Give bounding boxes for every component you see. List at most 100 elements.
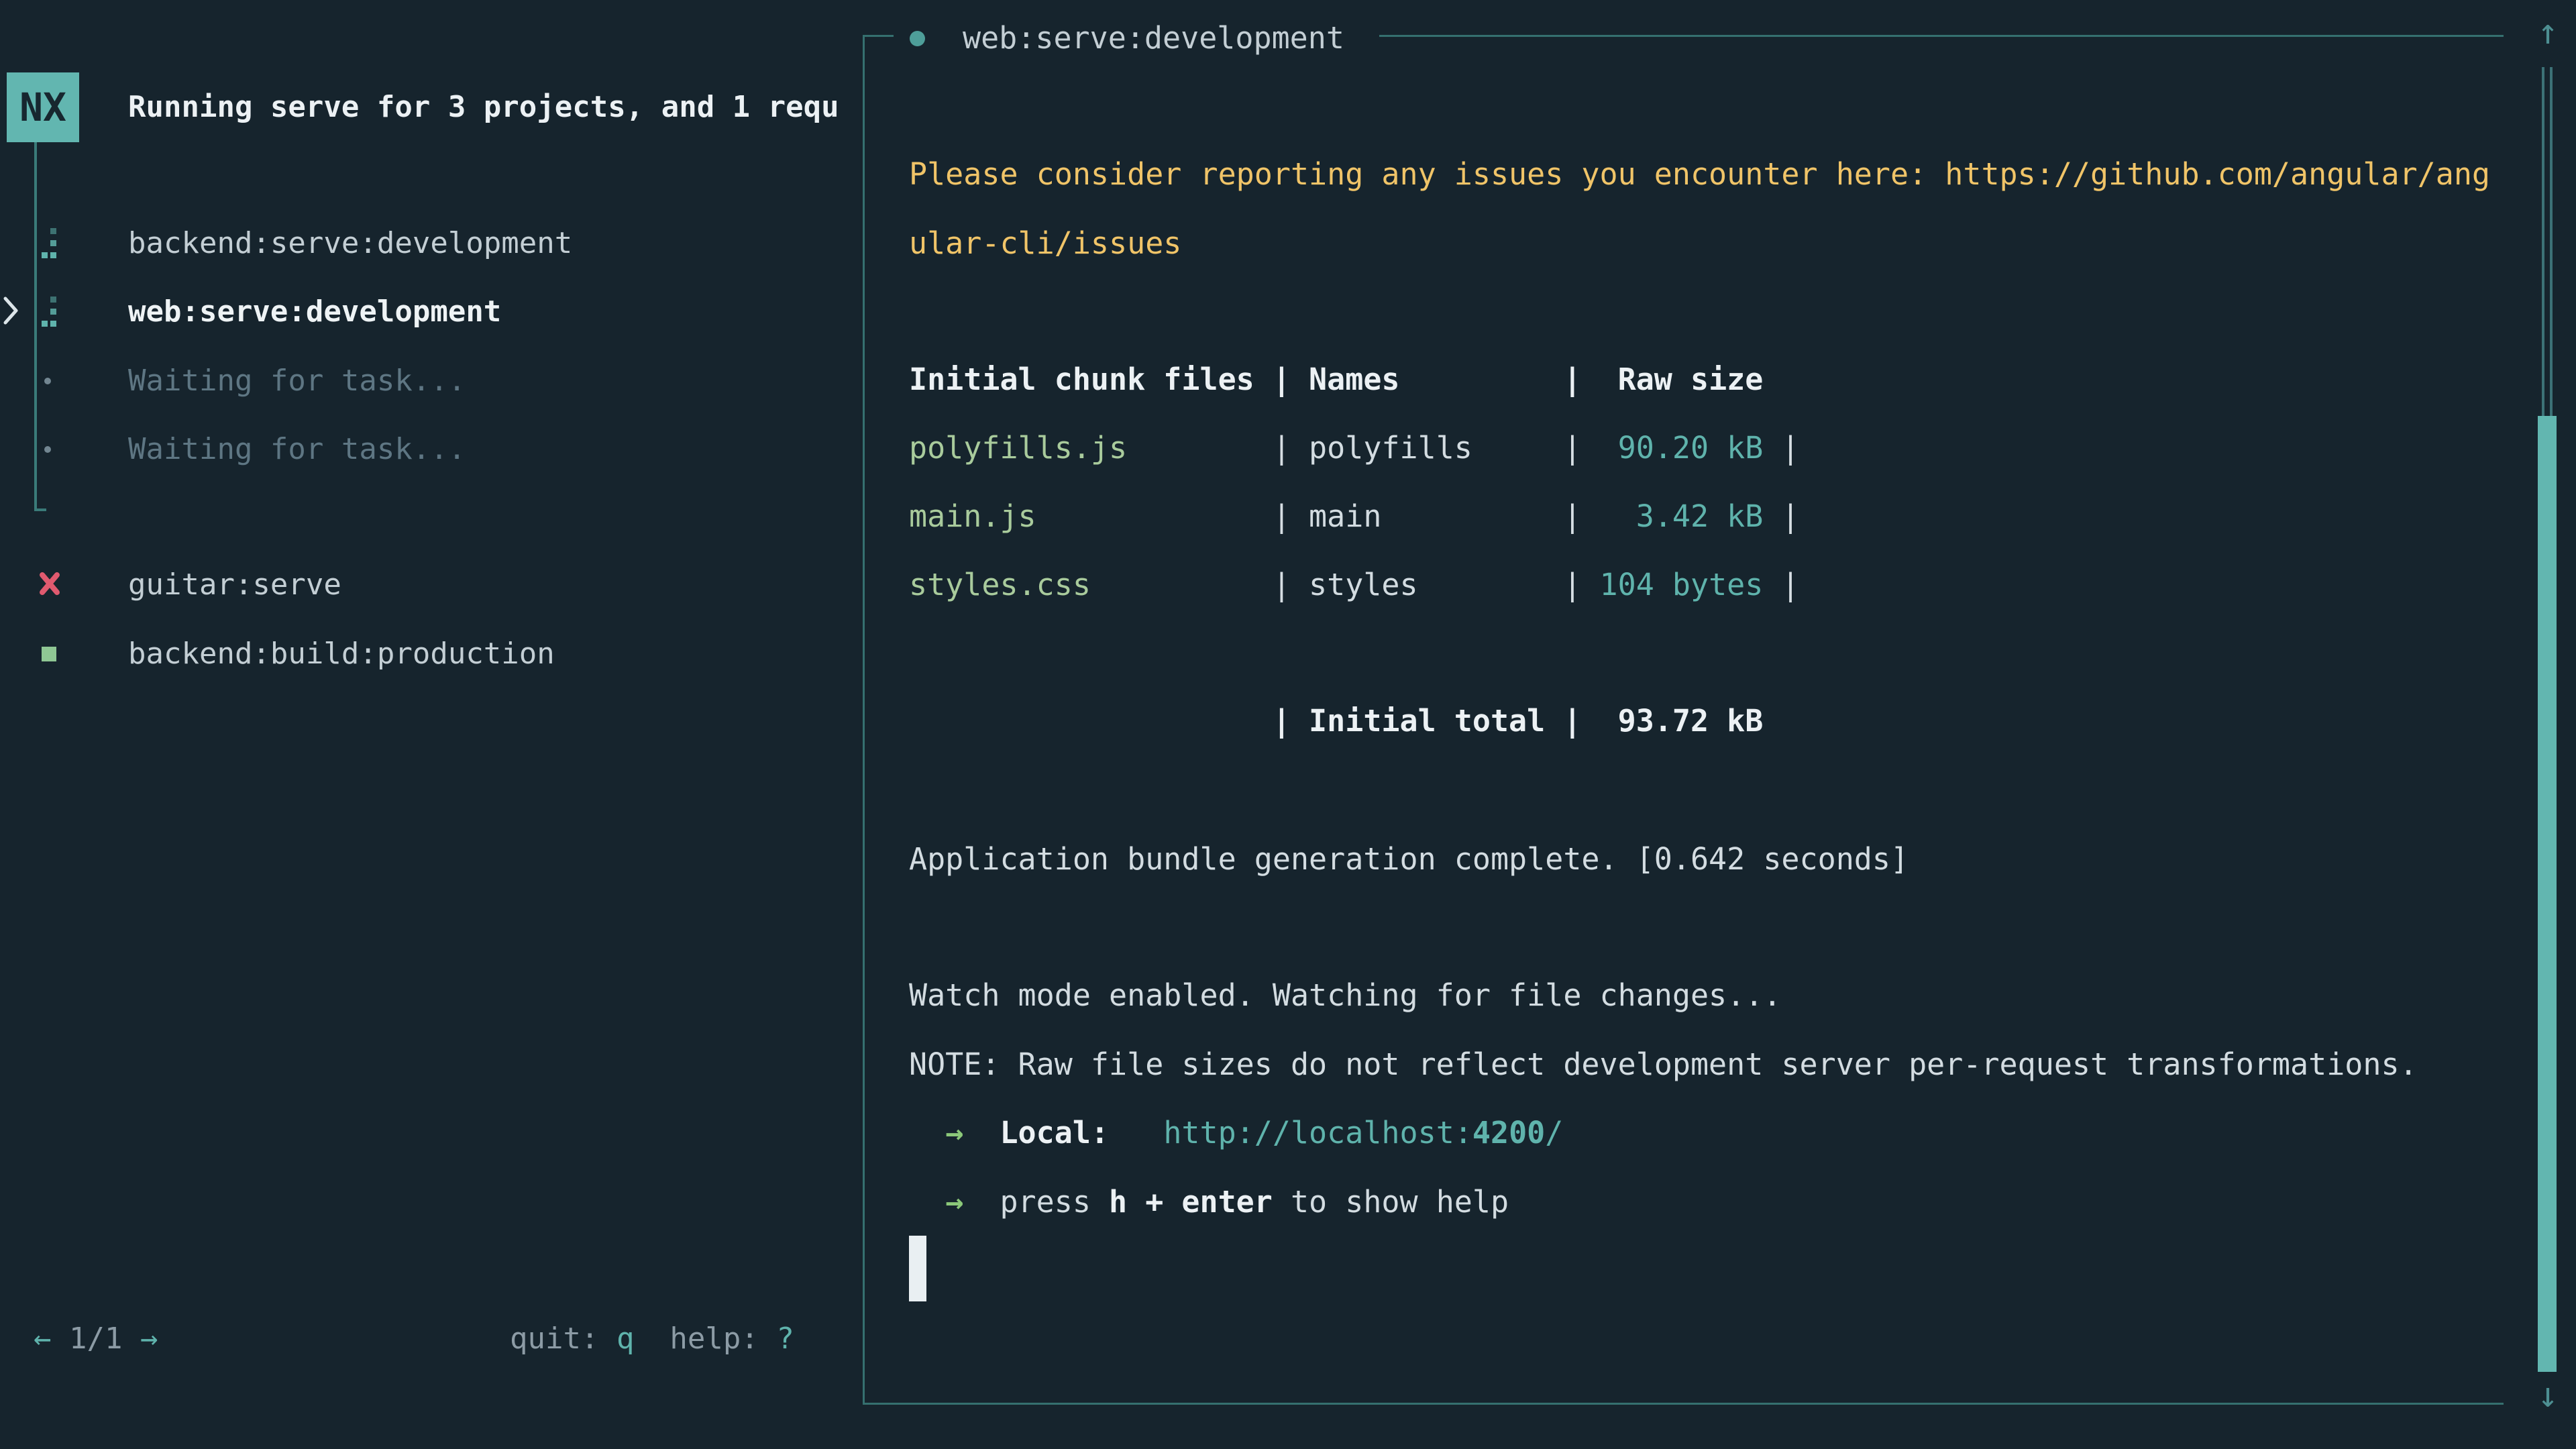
header-pipe: | [1273, 362, 1309, 397]
initial-total-row: | Initial total | 93.72 kB [909, 687, 1763, 755]
quit-hint-key: q [616, 1322, 635, 1356]
keyboard-hints: quit: q help: ? [510, 1305, 794, 1373]
notice-line-1: Please consider reporting any issues you… [909, 140, 2490, 209]
chunk-table-row: styles.css | styles | 104 bytes | [909, 551, 1800, 619]
local-url-slash[interactable]: / [1545, 1115, 1563, 1150]
chunk-name: polyfills [1309, 430, 1563, 466]
chunk-file: polyfills.js [909, 430, 1273, 466]
header-rawsize-col: Raw size [1600, 362, 1764, 397]
chunk-size: 3.42 kB [1600, 498, 1764, 534]
pipe: | [1563, 430, 1599, 466]
chunk-file: styles.css [909, 567, 1273, 602]
pane-border-top-rule [1379, 35, 2504, 37]
pipe: | [1763, 567, 1799, 602]
nx-terminal-ui: NX Running serve for 3 projects, and 1 r… [0, 0, 2576, 1449]
sidebar-title: Running serve for 3 projects, and 1 requ [128, 72, 839, 142]
watch-mode-line: Watch mode enabled. Watching for file ch… [909, 961, 1781, 1030]
task-item-waiting-2[interactable]: Waiting for task... [0, 415, 863, 484]
pagination-page: 1/1 [69, 1322, 122, 1356]
active-task-dot-icon [910, 31, 925, 46]
help-hint-label: help: [634, 1322, 776, 1356]
nx-logo: NX [7, 72, 79, 142]
waiting-dot-icon [44, 378, 51, 384]
total-pad [909, 703, 1273, 739]
scrollbar-up-arrow-icon[interactable]: ↑ [2529, 12, 2567, 52]
task-sidebar: NX Running serve for 3 projects, and 1 r… [0, 0, 863, 1449]
local-label: Local: [1000, 1115, 1109, 1150]
pagination-next-arrow[interactable]: → [140, 1322, 158, 1356]
header-pipe: | [1563, 362, 1599, 397]
chunk-table-row: main.js | main | 3.42 kB | [909, 482, 1800, 551]
total-size: 93.72 kB [1600, 703, 1764, 739]
pane-border-bottom [863, 1403, 2504, 1405]
pipe: | [1563, 567, 1599, 602]
task-label: Waiting for task... [128, 415, 466, 484]
indent [909, 1115, 945, 1150]
running-spinner-icon [42, 228, 60, 259]
pipe: | [1563, 498, 1599, 534]
header-names-col: Names [1309, 362, 1563, 397]
help-hint-key: ? [776, 1322, 794, 1356]
pipe: | [1273, 703, 1309, 739]
terminal-cursor [909, 1236, 926, 1301]
pane-border-left [863, 35, 865, 1405]
task-item-guitar-serve[interactable]: guitar:serve [0, 551, 863, 619]
selected-chevron-icon [1, 295, 20, 329]
scrollbar-thumb[interactable] [2538, 416, 2557, 1372]
chunk-size: 90.20 kB [1600, 430, 1764, 466]
pipe: | [1273, 430, 1309, 466]
gap [963, 1184, 1000, 1220]
pipe: | [1273, 498, 1309, 534]
chunk-file: main.js [909, 498, 1273, 534]
help-keys: h + enter [1109, 1184, 1273, 1220]
task-group-guide-corner [34, 508, 46, 511]
local-url-port[interactable]: 4200 [1472, 1115, 1545, 1150]
chunk-name: main [1309, 498, 1563, 534]
pane-border-top-stub [863, 35, 894, 37]
task-label: Waiting for task... [128, 347, 466, 415]
pipe: | [1763, 498, 1799, 534]
notice-line-2: ular-cli/issues [909, 209, 1181, 278]
pipe: | [1763, 430, 1799, 466]
help-post: to show help [1273, 1184, 1509, 1220]
task-label: backend:serve:development [128, 209, 572, 278]
task-item-web-serve[interactable]: web:serve:development [0, 278, 863, 346]
help-pre: press [1000, 1184, 1109, 1220]
gap [963, 1115, 1000, 1150]
header-files-col: Initial chunk files [909, 362, 1273, 397]
total-label: Initial total [1309, 703, 1563, 739]
pipe: | [1273, 567, 1309, 602]
chunk-size: 104 bytes [1600, 567, 1764, 602]
bundle-complete-line: Application bundle generation complete. … [909, 825, 1909, 894]
help-hint-line: → press h + enter to show help [909, 1168, 1509, 1236]
task-item-backend-serve[interactable]: backend:serve:development [0, 209, 863, 278]
local-url[interactable]: http://localhost: [1163, 1115, 1472, 1150]
arrow-icon: → [945, 1184, 963, 1220]
chunk-table-header: Initial chunk files | Names | Raw size [909, 345, 1763, 414]
pipe: | [1563, 703, 1599, 739]
running-spinner-icon [42, 297, 60, 327]
pane-title: web:serve:development [963, 3, 1344, 73]
indent [909, 1184, 945, 1220]
failed-x-icon [38, 570, 62, 600]
scrollbar-track[interactable] [2550, 67, 2553, 416]
pagination: ← 1/1 → [34, 1305, 158, 1373]
task-item-waiting-1[interactable]: Waiting for task... [0, 347, 863, 415]
task-label: backend:build:production [128, 620, 555, 688]
local-url-line: → Local: http://localhost:4200/ [909, 1099, 1563, 1167]
task-label: web:serve:development [128, 278, 501, 346]
quit-hint-label: quit: [510, 1322, 616, 1356]
success-square-icon [42, 647, 56, 661]
task-item-backend-build[interactable]: backend:build:production [0, 620, 863, 688]
task-label: guitar:serve [128, 551, 341, 619]
scrollbar-track[interactable] [2542, 67, 2544, 416]
chunk-table-row: polyfills.js | polyfills | 90.20 kB | [909, 414, 1800, 482]
arrow-icon: → [945, 1115, 963, 1150]
note-line: NOTE: Raw file sizes do not reflect deve… [909, 1030, 2418, 1099]
scrollbar-down-arrow-icon[interactable]: ↓ [2529, 1375, 2567, 1415]
waiting-dot-icon [44, 446, 51, 453]
gap [1109, 1115, 1163, 1150]
chunk-name: styles [1309, 567, 1563, 602]
pagination-page-indicator [52, 1322, 70, 1356]
pagination-prev-arrow[interactable]: ← [34, 1322, 52, 1356]
